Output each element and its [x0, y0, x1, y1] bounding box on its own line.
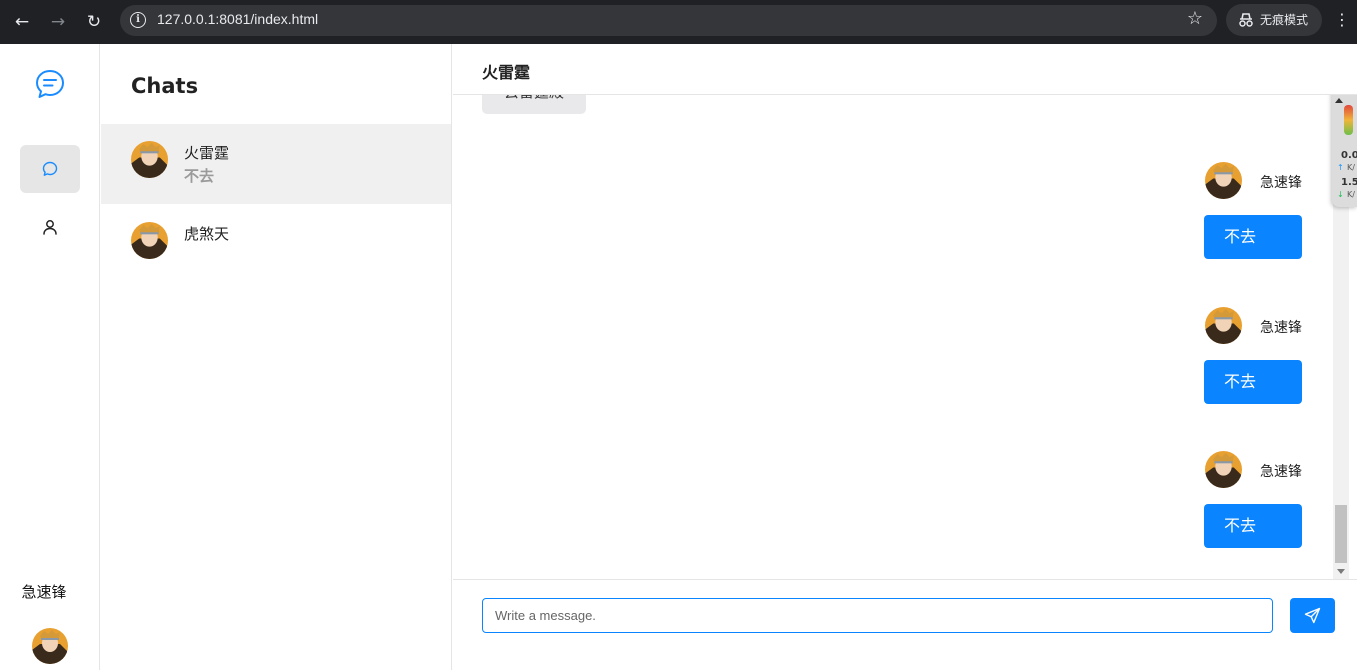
message-composer: [453, 579, 1357, 670]
chat-item-preview: 不去: [184, 167, 215, 185]
sender-avatar: [1205, 307, 1242, 344]
incognito-icon: [1239, 13, 1253, 27]
user-icon: [43, 220, 57, 235]
sender-avatar: [1205, 451, 1242, 488]
message-list[interactable]: 去雷霆殿 急速锋 不去: [453, 95, 1333, 579]
chat-list-item[interactable]: 虎煞天: [101, 205, 451, 285]
site-info-icon[interactable]: i: [130, 12, 146, 28]
back-arrow-icon[interactable]: ←: [9, 9, 35, 35]
message-sender-name: 急速锋: [1260, 320, 1302, 336]
contact-avatar: [131, 141, 168, 178]
download-unit: K/: [1347, 190, 1355, 199]
scrollbar-thumb[interactable]: [1335, 505, 1347, 563]
current-user-avatar[interactable]: [32, 628, 68, 664]
contact-avatar: [131, 222, 168, 259]
collapse-arrow-icon[interactable]: [1335, 98, 1343, 103]
scroll-down-arrow-icon[interactable]: [1337, 569, 1345, 574]
url-text[interactable]: 127.0.0.1:8081/index.html: [157, 11, 318, 27]
bookmark-star-icon[interactable]: ☆: [1187, 8, 1203, 29]
nav-chats-button[interactable]: [20, 145, 80, 193]
download-arrow-icon: ↓: [1337, 190, 1344, 199]
chat-bubble-icon: [42, 161, 58, 176]
forward-arrow-icon[interactable]: →: [45, 9, 71, 35]
upload-arrow-icon: ↑: [1337, 163, 1344, 172]
sent-message: 急速锋 不去: [1152, 451, 1302, 551]
conversation-title: 火雷霆: [482, 63, 531, 82]
chat-list-item[interactable]: 火雷霆 不去: [101, 124, 451, 204]
sender-avatar: [1205, 162, 1242, 199]
chat-list-title: Chats: [131, 74, 199, 98]
nav-contacts-button[interactable]: [20, 203, 80, 251]
chat-list-panel: Chats 火雷霆 不去 虎煞天: [101, 44, 452, 670]
message-sender-name: 急速锋: [1260, 175, 1302, 191]
left-rail: 急速锋: [0, 44, 100, 670]
conversation-header: 火雷霆: [453, 44, 1357, 95]
upload-unit: K/: [1347, 163, 1355, 172]
sent-message: 急速锋 不去: [1152, 307, 1302, 407]
incognito-badge[interactable]: 无痕模式: [1226, 4, 1322, 36]
traffic-bar: [1344, 105, 1353, 135]
sent-message-bubble: 不去: [1204, 360, 1302, 404]
sent-message: 急速锋 不去: [1152, 162, 1302, 262]
conversation-panel: 火雷霆 去雷霆殿 急速锋 不去: [453, 44, 1357, 670]
sent-message-bubble: 不去: [1204, 504, 1302, 548]
send-icon: [1304, 607, 1321, 624]
message-sender-name: 急速锋: [1260, 464, 1302, 480]
chat-logo-icon: [36, 70, 64, 98]
browser-menu-icon[interactable]: ⋮: [1334, 10, 1350, 29]
send-button[interactable]: [1290, 598, 1335, 633]
upload-speed: 0.0: [1341, 150, 1357, 161]
current-user-name: 急速锋: [21, 583, 67, 601]
sent-message-bubble: 不去: [1204, 215, 1302, 259]
reload-icon[interactable]: ↻: [81, 9, 107, 35]
received-message-bubble: 去雷霆殿: [482, 95, 586, 114]
message-input[interactable]: [482, 598, 1273, 633]
browser-toolbar: ← → ↻ i 127.0.0.1:8081/index.html ☆ 无痕模式…: [0, 0, 1357, 44]
address-bar[interactable]: i 127.0.0.1:8081/index.html ☆: [120, 5, 1217, 36]
chat-item-name: 火雷霆: [184, 144, 230, 162]
download-speed: 1.5: [1341, 177, 1357, 188]
chat-item-name: 虎煞天: [184, 225, 230, 243]
incognito-label: 无痕模式: [1260, 13, 1309, 27]
